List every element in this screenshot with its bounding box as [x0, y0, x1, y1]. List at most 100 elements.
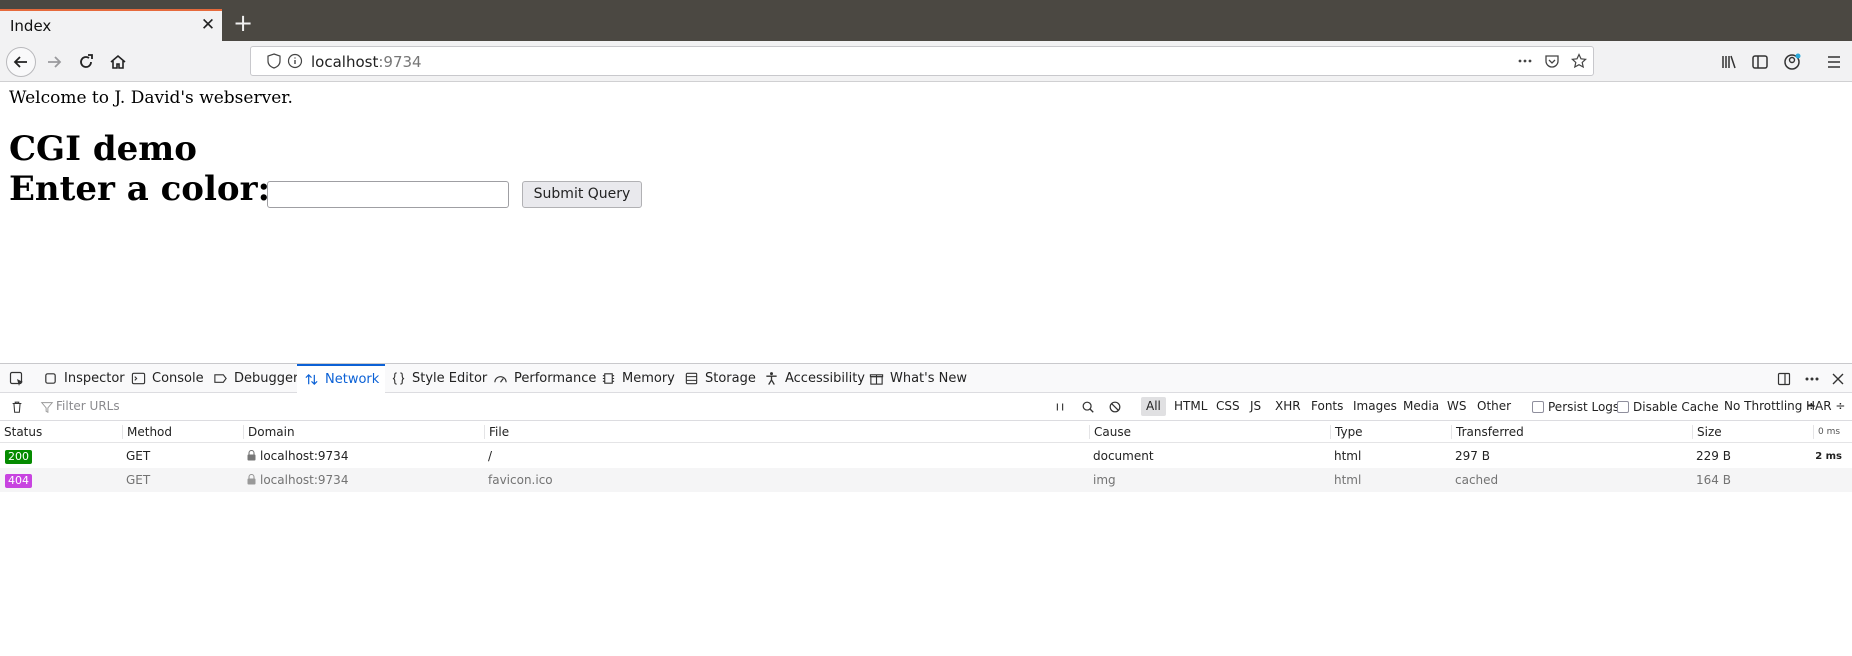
- sidebar-button[interactable]: [1746, 48, 1774, 76]
- checkbox-label: Disable Cache: [1633, 400, 1719, 414]
- tab-label: Network: [325, 372, 380, 387]
- filter-images[interactable]: Images: [1348, 397, 1402, 416]
- domain-text: localhost:9734: [260, 449, 349, 463]
- size-cell: 229 B: [1696, 449, 1731, 463]
- tab-console[interactable]: Console: [130, 364, 204, 393]
- close-devtools-icon[interactable]: [1829, 370, 1847, 388]
- pause-icon[interactable]: [1052, 399, 1068, 415]
- filter-other[interactable]: Other: [1472, 397, 1516, 416]
- tab-label: Performance: [514, 371, 597, 386]
- file-cell: /: [488, 449, 493, 463]
- new-tab-button[interactable]: +: [232, 11, 254, 35]
- checkbox-box[interactable]: [1617, 401, 1629, 413]
- column-domain[interactable]: Domain: [243, 425, 295, 439]
- throttling-select[interactable]: No Throttling ÷: [1724, 399, 1816, 413]
- filter-css[interactable]: CSS: [1211, 397, 1245, 416]
- tab-whats-new[interactable]: What's New: [868, 364, 967, 393]
- column-method[interactable]: Method: [122, 425, 172, 439]
- filter-js[interactable]: JS: [1245, 397, 1266, 416]
- more-options-icon[interactable]: [1803, 370, 1821, 388]
- har-menu[interactable]: HAR ÷: [1806, 399, 1845, 413]
- whats-new-icon: [868, 371, 884, 387]
- performance-icon: [492, 371, 508, 387]
- element-picker-icon[interactable]: [8, 370, 26, 388]
- method-cell: GET: [126, 473, 151, 487]
- storage-icon: [683, 371, 699, 387]
- domain-cell: localhost:9734: [247, 449, 348, 463]
- home-button[interactable]: [104, 48, 132, 76]
- library-button[interactable]: [1715, 48, 1743, 76]
- dock-options-icon[interactable]: [1775, 370, 1793, 388]
- status-cell: 200: [5, 449, 32, 464]
- filter-media[interactable]: Media: [1398, 397, 1444, 416]
- status-badge: 404: [5, 474, 32, 488]
- close-tab-icon[interactable]: ✕: [200, 16, 216, 34]
- console-icon: [130, 371, 146, 387]
- account-button[interactable]: [1778, 48, 1806, 76]
- block-icon[interactable]: [1107, 399, 1123, 415]
- tab-memory[interactable]: Memory: [600, 364, 675, 393]
- persist-logs-checkbox[interactable]: Persist Logs: [1532, 400, 1619, 414]
- search-icon[interactable]: [1080, 399, 1096, 415]
- tab-storage[interactable]: Storage: [683, 364, 756, 393]
- filter-icon: [39, 399, 55, 415]
- lock-icon: [247, 474, 256, 485]
- column-transferred[interactable]: Transferred: [1451, 425, 1524, 439]
- reload-button[interactable]: [72, 48, 100, 76]
- color-label: Enter a color:: [9, 169, 271, 209]
- tab-debugger[interactable]: Debugger: [212, 364, 298, 393]
- shield-icon[interactable]: [265, 52, 283, 70]
- back-button[interactable]: [6, 47, 36, 77]
- type-cell: html: [1334, 473, 1362, 487]
- tab-label: Accessibility: [785, 371, 865, 386]
- url-bar[interactable]: localhost:9734: [250, 46, 1594, 76]
- lock-icon: [247, 450, 256, 461]
- tab-inspector[interactable]: Inspector: [42, 364, 125, 393]
- size-cell: 164 B: [1696, 473, 1731, 487]
- filter-urls-input[interactable]: Filter URLs: [56, 399, 120, 413]
- table-row[interactable]: 200 GET localhost:9734 / document html 2…: [0, 444, 1852, 468]
- tab-performance[interactable]: Performance: [492, 364, 596, 393]
- tab-accessibility[interactable]: Accessibility: [763, 364, 865, 393]
- browser-tab[interactable]: Index ✕: [0, 9, 222, 41]
- filter-ws[interactable]: WS: [1442, 397, 1471, 416]
- clear-requests-icon[interactable]: [9, 399, 25, 415]
- more-actions-icon[interactable]: [1516, 52, 1534, 70]
- tab-network[interactable]: Network: [297, 364, 386, 393]
- filter-html[interactable]: HTML: [1169, 397, 1212, 416]
- tab-label: Console: [152, 371, 204, 386]
- network-icon: [303, 372, 319, 388]
- filter-xhr[interactable]: XHR: [1270, 397, 1306, 416]
- column-type[interactable]: Type: [1330, 425, 1363, 439]
- filter-all[interactable]: All: [1141, 397, 1166, 416]
- cause-cell: img: [1093, 473, 1116, 487]
- status-cell: 404: [5, 473, 32, 488]
- column-status[interactable]: Status: [0, 425, 42, 439]
- forward-button[interactable]: [40, 48, 68, 76]
- table-header: Status Method Domain File Cause Type Tra…: [0, 421, 1852, 443]
- info-icon[interactable]: [286, 52, 304, 70]
- column-timeline[interactable]: 0 ms: [1813, 425, 1840, 439]
- transferred-cell: 297 B: [1455, 449, 1490, 463]
- pocket-icon[interactable]: [1543, 52, 1561, 70]
- color-input[interactable]: [267, 181, 509, 208]
- cause-cell: document: [1093, 449, 1154, 463]
- table-row[interactable]: 404 GET localhost:9734 favicon.ico img h…: [0, 468, 1852, 492]
- submit-query-button[interactable]: Submit Query: [522, 181, 642, 208]
- style-editor-icon: [390, 371, 406, 387]
- memory-icon: [600, 371, 616, 387]
- filter-fonts[interactable]: Fonts: [1306, 397, 1348, 416]
- disable-cache-checkbox[interactable]: Disable Cache: [1617, 400, 1719, 414]
- menu-button[interactable]: [1820, 48, 1848, 76]
- timing-cell: 2 ms: [1815, 451, 1842, 462]
- column-cause[interactable]: Cause: [1089, 425, 1131, 439]
- url-port: :9734: [378, 53, 422, 71]
- tab-style-editor[interactable]: Style Editor: [390, 364, 487, 393]
- column-size[interactable]: Size: [1692, 425, 1722, 439]
- bookmark-star-icon[interactable]: [1570, 52, 1588, 70]
- column-file[interactable]: File: [484, 425, 509, 439]
- page-title: CGI demo: [9, 129, 197, 169]
- debugger-icon: [212, 371, 228, 387]
- checkbox-box[interactable]: [1532, 401, 1544, 413]
- home-icon: [110, 54, 126, 69]
